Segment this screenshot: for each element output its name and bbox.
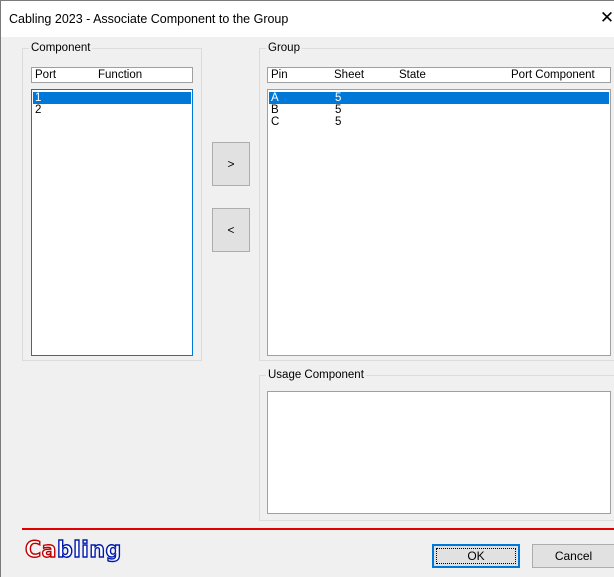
column-header-function[interactable]: Function — [98, 68, 142, 82]
group-list[interactable]: A 5 B 5 C 5 — [267, 89, 611, 356]
column-header-port-component[interactable]: Port Component — [511, 68, 595, 82]
usage-component-label: Usage Component — [266, 368, 366, 382]
remove-from-group-button[interactable]: < — [212, 208, 250, 252]
group-row[interactable]: C 5 — [269, 116, 609, 128]
group-label: Group — [266, 41, 302, 55]
group-list-header: Pin Sheet State Port Component — [267, 67, 611, 83]
sheet-cell: 5 — [335, 116, 342, 128]
ok-button[interactable]: OK — [432, 544, 520, 568]
sheet-cell: 5 — [335, 104, 342, 116]
port-cell: 2 — [35, 104, 42, 116]
group-row[interactable]: A 5 — [269, 92, 609, 104]
window-title: Cabling 2023 - Associate Component to th… — [9, 12, 289, 26]
component-row[interactable]: 1 — [33, 92, 191, 104]
pin-cell: A — [271, 92, 279, 104]
title-bar: Cabling 2023 - Associate Component to th… — [1, 1, 614, 37]
close-icon[interactable]: ✕ — [599, 9, 614, 27]
cabling-logo: Cabling — [24, 537, 122, 563]
add-to-group-button[interactable]: > — [212, 142, 250, 186]
sheet-cell: 5 — [335, 92, 342, 104]
column-header-pin[interactable]: Pin — [271, 68, 288, 82]
ok-button-label: OK — [467, 549, 485, 563]
component-list[interactable]: 1 2 — [31, 89, 193, 356]
dialog-window: Cabling 2023 - Associate Component to th… — [0, 0, 614, 577]
footer-separator — [22, 528, 614, 530]
component-label: Component — [29, 41, 93, 55]
port-cell: 1 — [35, 92, 42, 104]
column-header-state[interactable]: State — [399, 68, 426, 82]
group-row[interactable]: B 5 — [269, 104, 609, 116]
column-header-sheet[interactable]: Sheet — [334, 68, 364, 82]
component-list-header: Port Function — [31, 67, 193, 83]
logo-text-red: Ca — [24, 537, 57, 563]
component-row[interactable]: 2 — [33, 104, 191, 116]
usage-component-list[interactable] — [267, 391, 611, 514]
cancel-button[interactable]: Cancel — [532, 544, 614, 568]
logo-text-blue: bling — [56, 537, 122, 563]
pin-cell: B — [271, 104, 279, 116]
column-header-port[interactable]: Port — [35, 68, 56, 82]
pin-cell: C — [271, 116, 280, 128]
